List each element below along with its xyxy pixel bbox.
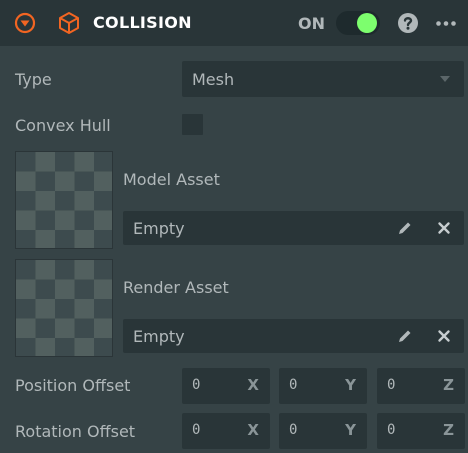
rotation-offset-y-input[interactable]: 0 Y <box>279 413 367 449</box>
more-icon[interactable] <box>436 21 456 26</box>
collision-component-panel: COLLISION ON Type Mesh Convex Hull Model… <box>0 0 468 453</box>
axis-y-label: Y <box>345 376 356 394</box>
type-select[interactable]: Mesh <box>182 61 464 97</box>
cube-icon <box>59 12 79 34</box>
convex-hull-checkbox[interactable] <box>182 114 203 135</box>
axis-x-label: X <box>247 421 259 439</box>
axis-x-label: X <box>247 376 259 394</box>
chevron-down-icon <box>440 76 450 82</box>
toggle-label: ON <box>298 14 325 33</box>
close-icon[interactable] <box>437 329 451 343</box>
model-asset-label: Model Asset <box>123 170 220 189</box>
panel-header: COLLISION ON <box>0 0 468 46</box>
close-icon[interactable] <box>437 221 451 235</box>
collapse-icon[interactable] <box>14 12 36 34</box>
axis-z-label: Z <box>443 376 454 394</box>
component-title: COLLISION <box>93 13 192 32</box>
type-label: Type <box>15 70 52 89</box>
rotation-offset-y-value: 0 <box>289 422 298 438</box>
position-offset-x-value: 0 <box>192 377 201 393</box>
position-offset-y-input[interactable]: 0 Y <box>279 368 367 404</box>
rotation-offset-x-input[interactable]: 0 X <box>182 413 270 449</box>
position-offset-z-input[interactable]: 0 Z <box>377 368 465 404</box>
position-offset-y-value: 0 <box>289 377 298 393</box>
help-icon[interactable] <box>397 12 419 34</box>
render-asset-thumbnail[interactable] <box>15 259 113 357</box>
model-asset-thumbnail[interactable] <box>15 151 113 249</box>
rotation-offset-z-value: 0 <box>387 422 396 438</box>
edit-icon[interactable] <box>397 328 413 344</box>
edit-icon[interactable] <box>397 220 413 236</box>
render-asset-field[interactable]: Empty <box>123 319 464 353</box>
render-asset-value: Empty <box>133 327 185 346</box>
toggle-knob <box>357 13 377 33</box>
convex-hull-label: Convex Hull <box>15 116 111 135</box>
axis-z-label: Z <box>443 421 454 439</box>
enable-toggle[interactable] <box>336 11 380 35</box>
position-offset-label: Position Offset <box>15 376 131 395</box>
position-offset-x-input[interactable]: 0 X <box>182 368 270 404</box>
type-select-value: Mesh <box>192 70 235 89</box>
render-asset-label: Render Asset <box>123 278 229 297</box>
rotation-offset-x-value: 0 <box>192 422 201 438</box>
model-asset-value: Empty <box>133 219 185 238</box>
position-offset-z-value: 0 <box>387 377 396 393</box>
rotation-offset-z-input[interactable]: 0 Z <box>377 413 465 449</box>
axis-y-label: Y <box>345 421 356 439</box>
model-asset-field[interactable]: Empty <box>123 211 464 245</box>
rotation-offset-label: Rotation Offset <box>15 422 136 441</box>
